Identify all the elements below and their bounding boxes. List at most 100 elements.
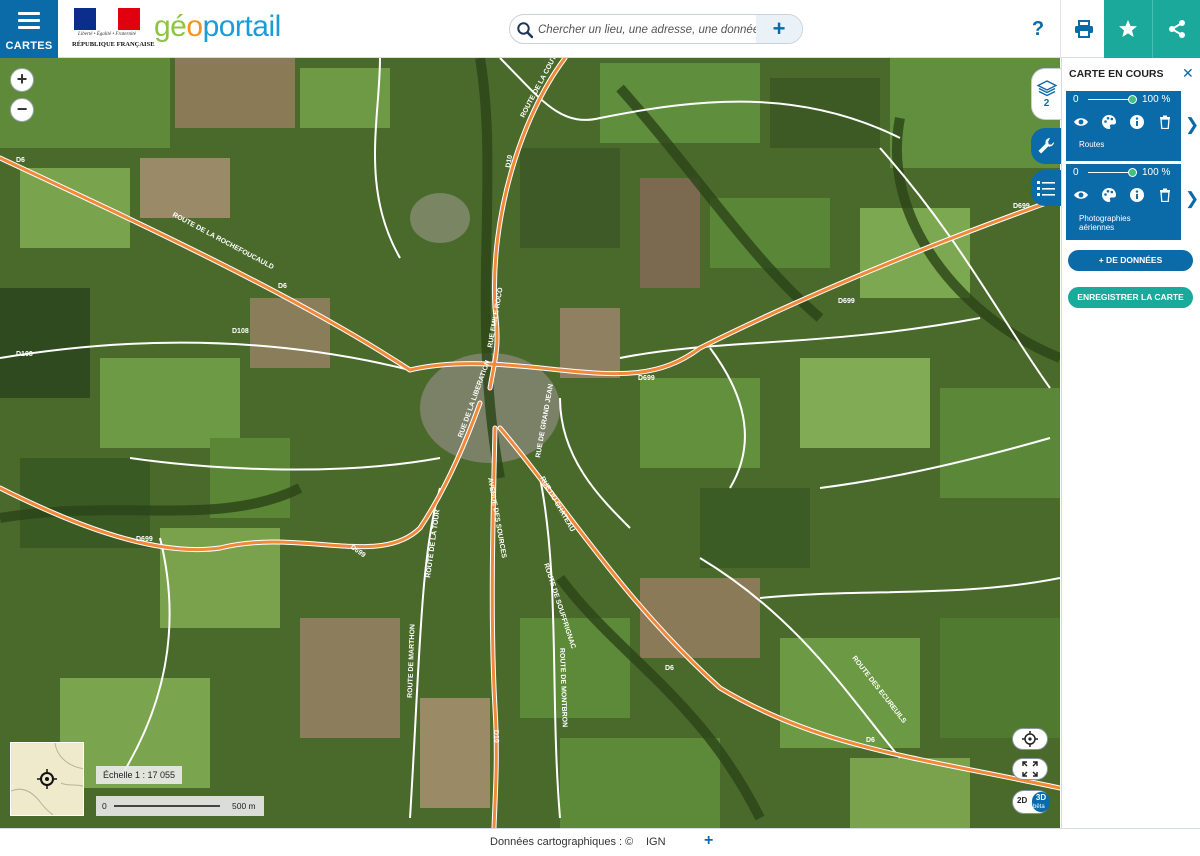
- layer-actions: [1072, 113, 1176, 131]
- layer-name-line: Routes: [1079, 140, 1105, 149]
- share-icon: [1168, 20, 1185, 38]
- fullscreen-button[interactable]: [1012, 758, 1048, 780]
- layers-count-badge: 2: [1043, 98, 1050, 109]
- eye-icon: [1074, 118, 1088, 126]
- mode-2d-label[interactable]: 2D: [1017, 796, 1027, 805]
- scale-bar: 0 500 m: [96, 796, 264, 816]
- marianne-flag-logo: [74, 8, 140, 30]
- geoportail-brand-logo[interactable]: géoportail: [154, 9, 281, 45]
- scale-distance: 500 m: [232, 801, 256, 811]
- tab-layers[interactable]: 2: [1031, 68, 1061, 120]
- menu-icon: [18, 12, 40, 33]
- layer-name-line: aériennes: [1079, 222, 1115, 232]
- industrial-zone: [410, 193, 470, 243]
- style-button[interactable]: [1100, 186, 1118, 204]
- favorites-button[interactable]: [1104, 0, 1152, 58]
- opacity-value-label: 100 %: [1142, 167, 1171, 178]
- palette-icon: [1102, 115, 1116, 129]
- road-label: D699: [1013, 203, 1030, 210]
- opacity-slider-handle[interactable]: [1128, 168, 1137, 177]
- overview-minimap[interactable]: [10, 742, 84, 816]
- search-advanced-button[interactable]: +: [756, 15, 802, 43]
- brand-part-portail: portail: [202, 10, 282, 43]
- search-bar: +: [509, 14, 803, 44]
- tab-legend[interactable]: [1031, 170, 1061, 206]
- help-button[interactable]: ?: [1015, 0, 1061, 58]
- layer-card-aerial-photos: 0 100 % Photographies aériennes: [1066, 164, 1181, 240]
- trash-icon: [1160, 115, 1170, 129]
- palette-icon: [1102, 188, 1116, 202]
- road-label: D6: [278, 283, 287, 290]
- toggle-visibility-button[interactable]: [1072, 186, 1090, 204]
- zoom-out-button[interactable]: −: [10, 98, 34, 122]
- attribution-footer: Données cartographiques : © IGN +: [0, 828, 1200, 856]
- road-label: D108: [16, 351, 33, 358]
- fullscreen-icon: [1022, 761, 1038, 777]
- layer-name: Photographies aériennes: [1079, 214, 1131, 232]
- geoportail-app: CARTES Liberté • Égalité • Fraternité RÉ…: [0, 0, 1200, 856]
- tab-tools[interactable]: [1031, 128, 1061, 164]
- scale-line: [114, 805, 220, 807]
- wrench-icon: [1038, 137, 1055, 154]
- current-map-panel: CARTE EN COURS ✕ 0 100 % Routes ❯ 0 100 …: [1061, 58, 1200, 828]
- opacity-slider-handle[interactable]: [1128, 95, 1137, 104]
- layer-card-routes: 0 100 % Routes: [1066, 91, 1181, 161]
- road-label: D6: [16, 157, 25, 164]
- opacity-min-label: 0: [1073, 167, 1079, 178]
- scale-ratio-label: Échelle 1 : 17 055: [96, 766, 182, 784]
- star-icon: [1119, 20, 1137, 37]
- road-label: D699: [838, 298, 855, 305]
- share-button[interactable]: [1152, 0, 1200, 58]
- attribution-more-button[interactable]: +: [704, 832, 713, 850]
- save-map-button[interactable]: ENREGISTRER LA CARTE: [1068, 287, 1193, 308]
- layer-info-button[interactable]: [1128, 186, 1146, 204]
- opacity-slider[interactable]: [1088, 95, 1137, 105]
- maps-menu-label: CARTES: [5, 40, 53, 52]
- top-header: CARTES Liberté • Égalité • Fraternité RÉ…: [0, 0, 1200, 58]
- layer-details-chevron-icon[interactable]: ❯: [1185, 115, 1199, 135]
- layer-info-button[interactable]: [1128, 113, 1146, 131]
- style-button[interactable]: [1100, 113, 1118, 131]
- layer-name: Routes: [1079, 140, 1105, 150]
- brand-part-o: o: [186, 10, 203, 43]
- layer-details-chevron-icon[interactable]: ❯: [1185, 189, 1199, 209]
- opacity-value-label: 100 %: [1142, 94, 1171, 105]
- panel-title: CARTE EN COURS: [1069, 68, 1164, 80]
- road-label: D108: [232, 328, 249, 335]
- layers-icon: [1036, 80, 1057, 97]
- zoom-in-button[interactable]: +: [10, 68, 34, 92]
- opacity-slider[interactable]: [1088, 168, 1137, 178]
- add-data-button[interactable]: + DE DONNÉES: [1068, 250, 1193, 271]
- road-label: D699: [638, 375, 655, 382]
- brand-part-ge: gé: [154, 10, 187, 43]
- search-icon[interactable]: [516, 21, 534, 39]
- crosshair-icon: [1022, 731, 1038, 747]
- info-icon: [1130, 115, 1144, 129]
- 2d-3d-toggle[interactable]: 2D 3D bêta: [1012, 790, 1050, 814]
- eye-icon: [1074, 191, 1088, 199]
- aerial-imagery-basemap[interactable]: D6 D6 D6 D699 D699 D699 D699 D108 D108 D…: [0, 58, 1060, 828]
- logo-republic-name: RÉPUBLIQUE FRANÇAISE: [72, 41, 155, 48]
- toggle-visibility-button[interactable]: [1072, 113, 1090, 131]
- print-button[interactable]: [1060, 0, 1106, 58]
- remove-layer-button[interactable]: [1156, 186, 1174, 204]
- attribution-provider-link[interactable]: IGN: [646, 836, 666, 848]
- map-canvas[interactable]: D6 D6 D6 D699 D699 D699 D699 D108 D108 D…: [0, 58, 1060, 828]
- road-label: D10: [492, 730, 499, 743]
- mode-beta-label: bêta: [1033, 804, 1045, 810]
- road-label: D699: [136, 536, 153, 543]
- close-panel-button[interactable]: ✕: [1182, 66, 1194, 80]
- info-icon: [1130, 188, 1144, 202]
- opacity-min-label: 0: [1073, 94, 1079, 105]
- search-input[interactable]: [538, 19, 756, 41]
- logo-motto: Liberté • Égalité • Fraternité: [78, 32, 136, 37]
- layer-actions: [1072, 186, 1176, 204]
- road-label: D6: [866, 737, 875, 744]
- legend-list-icon: [1037, 181, 1055, 196]
- trash-icon: [1160, 188, 1170, 202]
- remove-layer-button[interactable]: [1156, 113, 1174, 131]
- print-icon: [1074, 20, 1093, 38]
- minimap-graphic: [11, 743, 83, 815]
- geolocate-button[interactable]: [1012, 728, 1048, 750]
- maps-menu-button[interactable]: CARTES: [0, 0, 58, 58]
